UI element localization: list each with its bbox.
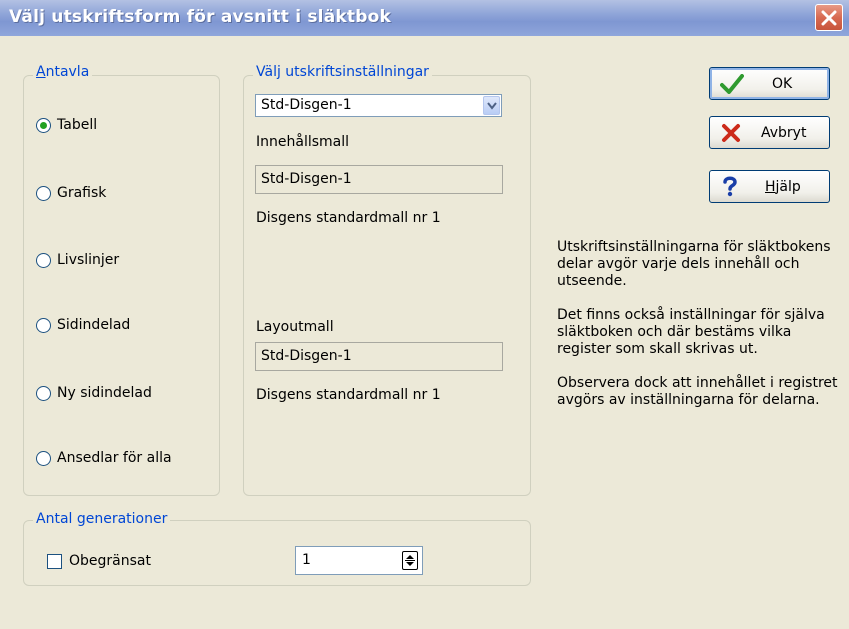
close-button[interactable]: [815, 4, 843, 31]
generations-value[interactable]: 1: [302, 552, 311, 568]
checkmark-icon: [720, 74, 744, 94]
content-template-field: Std-Disgen-1: [255, 165, 503, 194]
radio-label: Ny sidindelad: [57, 385, 152, 401]
radio-label: Grafisk: [57, 185, 107, 201]
dropdown-value: Std-Disgen-1: [261, 97, 352, 113]
up-down-arrows-icon: [405, 555, 415, 566]
chevron-down-icon: [487, 102, 497, 110]
cancel-label: Avbryt: [761, 125, 807, 141]
ok-label: OK: [772, 76, 793, 92]
radio-grafisk[interactable]: Grafisk: [36, 183, 106, 203]
unlimited-label[interactable]: Obegränsat: [69, 553, 151, 569]
radio-button[interactable]: [36, 385, 51, 401]
cancel-button[interactable]: Avbryt: [709, 116, 830, 149]
radio-ansedlar[interactable]: Ansedlar för alla: [36, 448, 172, 468]
settings-legend: Välj utskriftsinställningar: [253, 64, 432, 80]
antavla-group: [23, 75, 220, 496]
info-paragraph: Utskriftsinställningarna för släktbokens…: [557, 239, 831, 289]
title-bar: Välj utskriftsform för avsnitt i släktbo…: [0, 0, 849, 36]
generations-spinner[interactable]: 1: [295, 546, 423, 575]
radio-label: Ansedlar för alla: [57, 450, 172, 466]
radio-livslinjer[interactable]: Livslinjer: [36, 250, 119, 270]
unlimited-checkbox[interactable]: [47, 554, 62, 569]
radio-label: Sidindelad: [57, 317, 131, 333]
layout-template-field: Std-Disgen-1: [255, 342, 503, 371]
dropdown-button[interactable]: [483, 96, 500, 115]
radio-button[interactable]: [36, 450, 51, 466]
settings-dropdown[interactable]: Std-Disgen-1: [255, 94, 502, 117]
radio-button[interactable]: [36, 317, 51, 333]
layout-template-value: Std-Disgen-1: [261, 348, 352, 364]
close-icon: [821, 10, 837, 26]
window-title: Välj utskriftsform för avsnitt i släktbo…: [9, 7, 391, 27]
radio-button[interactable]: [36, 185, 51, 201]
spinner-buttons[interactable]: [402, 551, 418, 570]
antavla-legend: Antavla: [33, 64, 93, 80]
info-text: Utskriftsinställningarna för släktbokens…: [557, 239, 842, 426]
layout-template-label: Layoutmall: [256, 319, 334, 335]
radio-ny-sidindelad[interactable]: Ny sidindelad: [36, 383, 152, 403]
content-template-value: Std-Disgen-1: [261, 171, 352, 187]
cross-icon: [722, 124, 740, 142]
generations-legend: Antal generationer: [33, 511, 171, 527]
info-paragraph: Observera dock att innehållet i registre…: [557, 375, 838, 408]
layout-template-description: Disgens standardmall nr 1: [256, 387, 441, 403]
radio-label: Tabell: [57, 117, 98, 133]
help-button[interactable]: Hjälp: [709, 170, 830, 203]
ok-button[interactable]: OK: [709, 67, 830, 100]
radio-tabell[interactable]: Tabell: [36, 115, 97, 135]
radio-label: Livslinjer: [57, 252, 120, 268]
content-template-label: Innehållsmall: [256, 134, 350, 150]
info-paragraph: Det finns också inställningar för själva…: [557, 307, 825, 357]
radio-button[interactable]: [36, 117, 51, 133]
question-mark-icon: [723, 176, 737, 197]
radio-sidindelad[interactable]: Sidindelad: [36, 315, 130, 335]
help-label: Hjälp: [765, 179, 801, 195]
radio-button[interactable]: [36, 252, 51, 268]
content-template-description: Disgens standardmall nr 1: [256, 210, 441, 226]
